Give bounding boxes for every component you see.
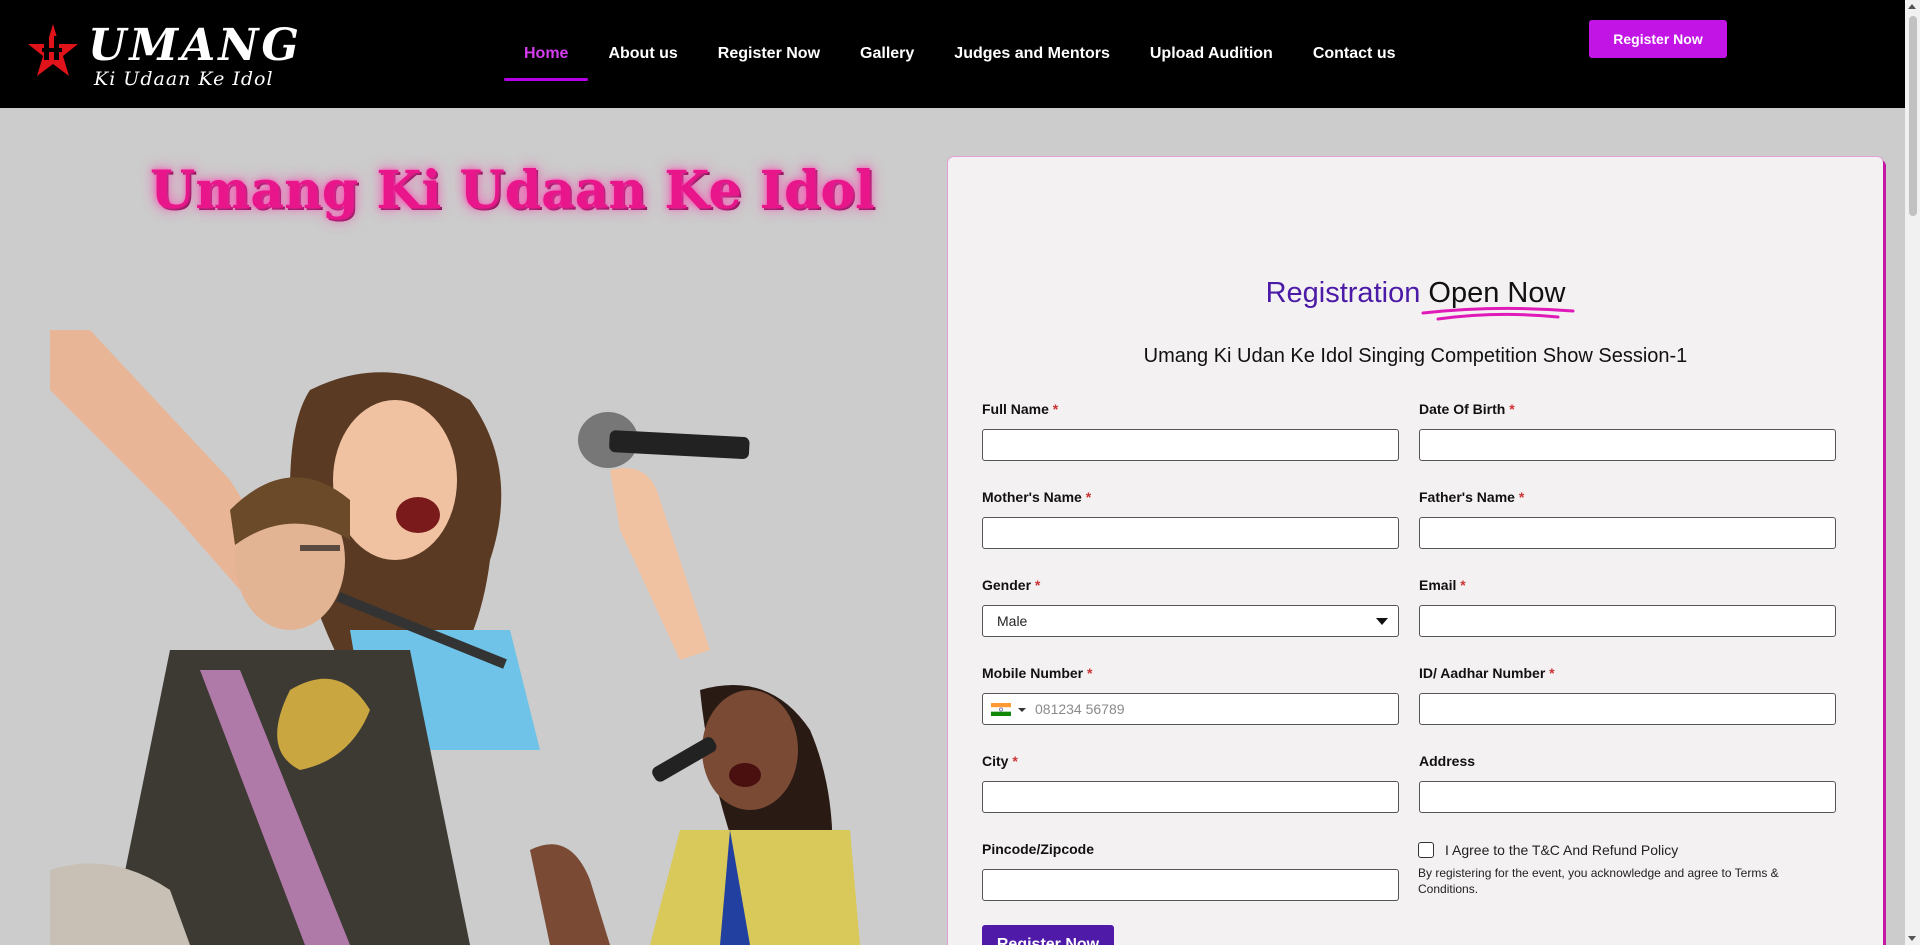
india-flag-icon[interactable] xyxy=(991,703,1011,716)
star-logo-icon xyxy=(28,24,78,76)
gender-label-text: Gender xyxy=(982,577,1032,593)
logo-subtext: Ki Udaan Ke Idol xyxy=(94,68,274,90)
gender-selected-value: Male xyxy=(997,613,1028,629)
father-name-label-text: Father's Name xyxy=(1419,489,1515,505)
site-logo[interactable]: UMANG Ki Udaan Ke Idol xyxy=(26,18,299,90)
site-header: UMANG Ki Udaan Ke Idol Home About us Reg… xyxy=(0,0,1905,108)
required-marker: * xyxy=(1085,489,1092,505)
header-register-button[interactable]: Register Now xyxy=(1589,20,1727,58)
session-title: Umang Ki Udan Ke Idol Singing Competitio… xyxy=(1143,345,1688,367)
aadhar-input[interactable] xyxy=(1419,693,1836,725)
agree-note: By registering for the event, you acknow… xyxy=(1418,866,1779,896)
pincode-label: Pincode/Zipcode xyxy=(982,841,1095,857)
page-scrollbar[interactable] xyxy=(1905,0,1920,945)
gender-select[interactable]: Male xyxy=(982,605,1399,637)
full-name-label: Full Name * xyxy=(982,401,1058,417)
nav-gallery[interactable]: Gallery xyxy=(840,33,934,75)
mother-name-label: Mother's Name * xyxy=(982,489,1091,505)
required-marker: * xyxy=(1549,665,1555,681)
mobile-label-text: Mobile Number xyxy=(982,665,1084,681)
country-caret-icon[interactable] xyxy=(1018,708,1026,712)
mother-name-input[interactable] xyxy=(982,517,1399,549)
required-marker: * xyxy=(1509,401,1515,417)
heading-registration: Registration xyxy=(1265,277,1421,309)
email-input[interactable] xyxy=(1419,605,1836,637)
nav-judges-mentors[interactable]: Judges and Mentors xyxy=(934,33,1130,75)
scroll-up-icon[interactable] xyxy=(1908,4,1916,9)
nav-register-now[interactable]: Register Now xyxy=(698,33,840,75)
required-marker: * xyxy=(1087,665,1093,681)
aadhar-label: ID/ Aadhar Number * xyxy=(1419,665,1555,681)
dob-label-text: Date Of Birth xyxy=(1419,401,1506,417)
registration-heading: Registration Open Now xyxy=(948,277,1883,321)
gender-label: Gender * xyxy=(982,577,1040,593)
city-input[interactable] xyxy=(982,781,1399,813)
required-marker: * xyxy=(1518,489,1525,505)
registration-card: Registration Open Now Umang Ki Udan Ke I… xyxy=(948,157,1883,945)
scroll-down-icon[interactable] xyxy=(1908,936,1916,941)
dob-label: Date Of Birth * xyxy=(1419,401,1515,417)
email-label-text: Email xyxy=(1419,577,1457,593)
full-name-input[interactable] xyxy=(982,429,1399,461)
agree-label[interactable]: I Agree to the T&C And Refund Policy xyxy=(1445,842,1678,858)
address-label: Address xyxy=(1419,753,1476,769)
hero-title: Umang Ki Udaan Ke Idol xyxy=(150,160,875,221)
required-marker: * xyxy=(1052,401,1059,417)
nav-contact-us[interactable]: Contact us xyxy=(1293,33,1416,75)
mobile-input[interactable]: 081234 56789 xyxy=(982,693,1399,725)
main-nav: Home About us Register Now Gallery Judge… xyxy=(504,0,1415,108)
father-name-input[interactable] xyxy=(1419,517,1836,549)
aadhar-label-text: ID/ Aadhar Number xyxy=(1419,665,1546,681)
scrollbar-thumb[interactable] xyxy=(1909,16,1917,216)
full-name-label-text: Full Name xyxy=(982,401,1049,417)
chevron-down-icon xyxy=(1376,618,1388,625)
singers-hero-image xyxy=(50,330,860,945)
father-name-label: Father's Name * xyxy=(1419,489,1524,505)
required-marker: * xyxy=(1012,753,1018,769)
required-marker: * xyxy=(1460,577,1466,593)
agree-checkbox[interactable] xyxy=(1418,842,1434,858)
address-input[interactable] xyxy=(1419,781,1836,813)
email-label: Email * xyxy=(1419,577,1466,593)
nav-home[interactable]: Home xyxy=(504,33,589,81)
mobile-label: Mobile Number * xyxy=(982,665,1092,681)
required-marker: * xyxy=(1034,577,1041,593)
mobile-placeholder: 081234 56789 xyxy=(1035,701,1125,717)
underline-decoration-icon xyxy=(1421,306,1575,321)
city-label: City * xyxy=(982,753,1018,769)
city-label-text: City xyxy=(982,753,1009,769)
nav-upload-audition[interactable]: Upload Audition xyxy=(1130,33,1293,75)
heading-open-now: Open Now xyxy=(1421,277,1575,321)
nav-about-us[interactable]: About us xyxy=(588,33,697,75)
submit-register-button[interactable]: Register Now xyxy=(982,925,1114,945)
dob-input[interactable] xyxy=(1419,429,1836,461)
pincode-input[interactable] xyxy=(982,869,1399,901)
logo-text: UMANG xyxy=(88,20,303,71)
mother-name-label-text: Mother's Name xyxy=(982,489,1082,505)
